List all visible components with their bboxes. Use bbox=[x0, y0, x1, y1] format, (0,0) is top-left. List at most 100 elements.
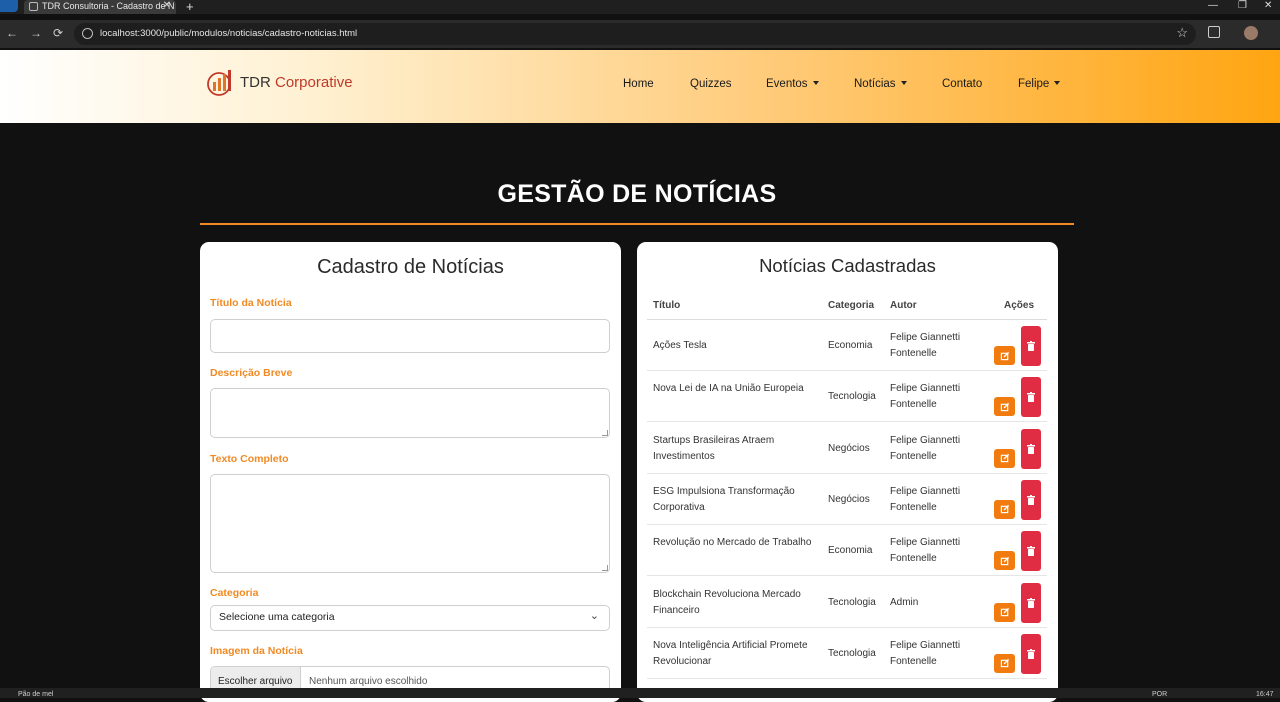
taskbar-weather-text[interactable]: Pão de mel bbox=[18, 691, 53, 698]
nav-noticias-dropdown[interactable]: Notícias bbox=[854, 78, 907, 90]
edit-button[interactable] bbox=[994, 448, 1015, 468]
address-bar[interactable]: localhost:3000/public/modulos/noticias/c… bbox=[74, 23, 1196, 45]
edit-button[interactable] bbox=[994, 397, 1015, 417]
row-title: Nova Lei de IA na União Europeia bbox=[653, 383, 804, 395]
url-text[interactable]: localhost:3000/public/modulos/noticias/c… bbox=[100, 28, 357, 39]
full-text-textarea[interactable] bbox=[210, 474, 610, 573]
resize-handle[interactable] bbox=[602, 430, 608, 436]
edit-button[interactable] bbox=[994, 653, 1015, 673]
restore-window-button[interactable]: ❐ bbox=[1238, 0, 1247, 11]
column-header-title: Título bbox=[653, 300, 681, 311]
browser-tab-title: TDR Consultoria - Cadastro de N bbox=[42, 1, 175, 11]
table-row: ESG Impulsiona Transformação Corporativa… bbox=[647, 474, 1047, 525]
row-category: Tecnologia bbox=[828, 647, 876, 659]
row-title: Ações Tesla bbox=[653, 340, 707, 351]
delete-button[interactable] bbox=[1021, 531, 1041, 572]
delete-button[interactable] bbox=[1021, 326, 1041, 366]
row-author: Felipe Giannetti Fontenelle bbox=[890, 537, 961, 565]
row-title: Blockchain Revoluciona Mercado Financeir… bbox=[653, 588, 801, 616]
column-header-category: Categoria bbox=[828, 300, 875, 311]
edit-button[interactable] bbox=[994, 551, 1015, 571]
nav-eventos-dropdown[interactable]: Eventos bbox=[766, 78, 819, 90]
row-category: Tecnologia bbox=[828, 391, 876, 403]
row-category: Negócios bbox=[828, 442, 870, 454]
category-selected-value: Selecione uma categoria bbox=[219, 611, 335, 623]
resize-handle[interactable] bbox=[602, 565, 608, 571]
row-title: ESG Impulsiona Transformação Corporativa bbox=[653, 485, 795, 513]
page-favicon-icon bbox=[29, 2, 38, 11]
row-author: Felipe Giannetti Fontenelle bbox=[890, 434, 961, 462]
column-header-actions: Ações bbox=[1004, 300, 1035, 311]
nav-user-label: Felipe bbox=[1018, 78, 1050, 90]
full-text-label: Texto Completo bbox=[210, 453, 289, 465]
nav-links: Home Quizzes Eventos Notícias Contato Fe… bbox=[0, 78, 1280, 98]
browser-profile-chip[interactable] bbox=[0, 0, 18, 12]
file-status-text: Nenhum arquivo escolhido bbox=[309, 676, 428, 687]
edit-button[interactable] bbox=[994, 499, 1015, 519]
back-button[interactable]: ← bbox=[6, 26, 18, 40]
close-window-button[interactable]: ✕ bbox=[1264, 0, 1272, 11]
row-title: Nova Inteligência Artificial Promete Rev… bbox=[653, 639, 808, 667]
image-label: Imagem da Notícia bbox=[210, 645, 303, 657]
nav-eventos-label: Eventos bbox=[766, 78, 808, 90]
row-title: Revolução no Mercado de Trabalho bbox=[653, 537, 812, 549]
row-category: Tecnologia bbox=[828, 596, 876, 608]
title-divider bbox=[200, 223, 1074, 225]
row-category: Negócios bbox=[828, 493, 870, 505]
delete-button[interactable] bbox=[1021, 633, 1041, 674]
delete-button[interactable] bbox=[1021, 479, 1041, 520]
profile-avatar[interactable] bbox=[1244, 26, 1258, 40]
taskbar-language[interactable]: POR bbox=[1152, 691, 1167, 698]
title-input[interactable] bbox=[210, 319, 610, 353]
browser-tab-bar: TDR Consultoria - Cadastro de N ✕ + — ❐ … bbox=[0, 0, 1280, 14]
row-title: Startups Brasileiras Atraem Investimento… bbox=[653, 434, 775, 462]
edit-button[interactable] bbox=[994, 602, 1015, 622]
browser-toolbar: ← → ⟳ localhost:3000/public/modulos/noti… bbox=[0, 20, 1280, 48]
extensions-icon[interactable] bbox=[1208, 26, 1220, 38]
description-textarea[interactable] bbox=[210, 388, 610, 438]
chevron-down-icon: ⌄ bbox=[589, 610, 599, 622]
browser-tab[interactable]: TDR Consultoria - Cadastro de N ✕ bbox=[24, 0, 176, 14]
row-author: Felipe Giannetti Fontenelle bbox=[890, 485, 961, 513]
list-title: Notícias Cadastradas bbox=[759, 255, 936, 276]
title-label: Título da Notícia bbox=[210, 297, 292, 309]
description-label: Descrição Breve bbox=[210, 367, 293, 379]
category-label: Categoria bbox=[210, 587, 259, 599]
delete-button[interactable] bbox=[1021, 377, 1041, 418]
news-form-card: Cadastro de Notícias Título da Notícia D… bbox=[200, 242, 621, 702]
delete-button[interactable] bbox=[1021, 428, 1041, 469]
delete-button[interactable] bbox=[1021, 582, 1041, 623]
site-info-icon[interactable] bbox=[82, 28, 93, 39]
page-title: GESTÃO DE NOTÍCIAS bbox=[497, 180, 777, 208]
row-author: Felipe Giannetti Fontenelle bbox=[890, 383, 961, 411]
news-list-card: Notícias Cadastradas Título Categoria Au… bbox=[637, 242, 1058, 702]
row-author: Felipe Giannetti Fontenelle bbox=[890, 639, 961, 667]
new-tab-button[interactable]: + bbox=[186, 0, 194, 14]
category-select[interactable]: Selecione uma categoria ⌄ bbox=[210, 605, 610, 631]
table-row: Ações Tesla Economia Felipe Giannetti Font… bbox=[647, 320, 1047, 371]
nav-contato[interactable]: Contato bbox=[942, 78, 982, 90]
nav-user-dropdown[interactable]: Felipe bbox=[1018, 78, 1061, 90]
row-author: Admin bbox=[890, 596, 919, 608]
row-category: Economia bbox=[828, 545, 873, 557]
reload-button[interactable]: ⟳ bbox=[53, 26, 63, 40]
nav-home[interactable]: Home bbox=[623, 78, 654, 90]
os-taskbar: Pão de mel POR 16:47 bbox=[0, 688, 1280, 698]
table-row: Nova Lei de IA na União Europeia Tecnolog… bbox=[647, 371, 1047, 423]
nav-quizzes[interactable]: Quizzes bbox=[690, 78, 732, 90]
row-category: Economia bbox=[828, 340, 873, 351]
table-row: Blockchain Revoluciona Mercado Financeir… bbox=[647, 577, 1047, 628]
site-navbar: TDR Corporative Home Quizzes Eventos Not… bbox=[0, 50, 1280, 123]
tab-close-icon[interactable]: ✕ bbox=[163, 0, 171, 12]
bookmark-star-icon[interactable]: ☆ bbox=[1176, 25, 1188, 41]
chevron-down-icon bbox=[1054, 81, 1061, 85]
chevron-down-icon bbox=[812, 81, 819, 85]
edit-button[interactable] bbox=[994, 346, 1015, 365]
minimize-window-button[interactable]: — bbox=[1208, 0, 1218, 11]
forward-button[interactable]: → bbox=[30, 26, 42, 40]
nav-noticias-label: Notícias bbox=[854, 78, 896, 90]
table-row: Startups Brasileiras Atraem Investimento… bbox=[647, 423, 1047, 474]
chevron-down-icon bbox=[900, 81, 907, 85]
taskbar-clock[interactable]: 16:47 bbox=[1256, 691, 1274, 698]
table-row: Revolução no Mercado de Trabalho Economia… bbox=[647, 525, 1047, 577]
